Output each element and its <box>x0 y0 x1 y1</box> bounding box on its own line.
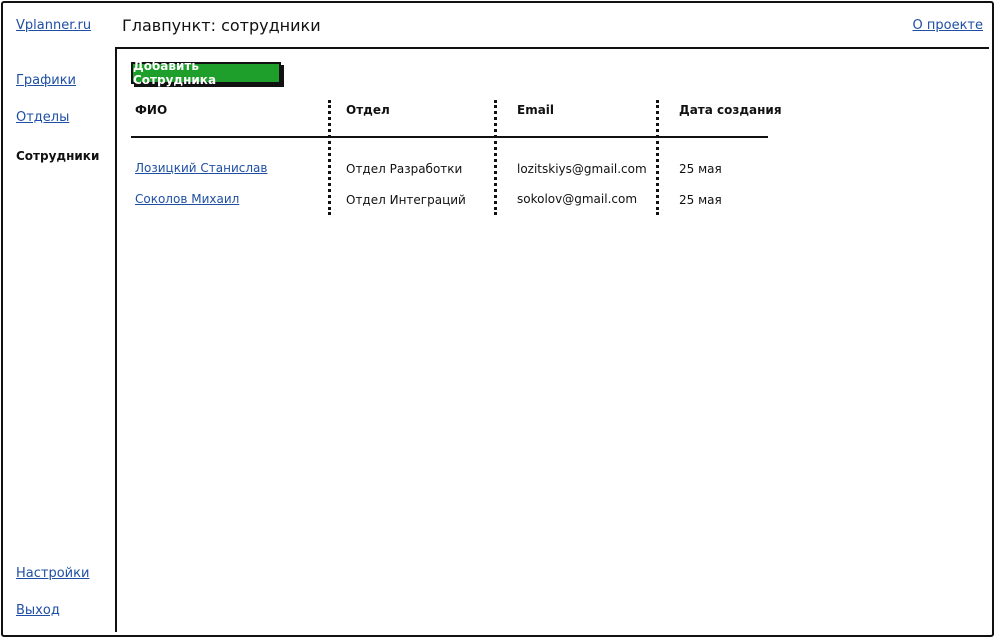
column-divider <box>656 100 659 215</box>
table-header-divider <box>131 136 768 138</box>
column-header-email: Email <box>517 103 555 117</box>
header-divider <box>115 47 989 49</box>
sidebar-item-settings[interactable]: Настройки <box>16 566 89 581</box>
column-header-created: Дата создания <box>679 103 782 117</box>
sidebar-item-logout[interactable]: Выход <box>16 603 60 618</box>
employee-name-link[interactable]: Лозицкий Станислав <box>135 161 267 175</box>
employee-created-date: 25 мая <box>679 193 722 207</box>
sidebar-item-employees[interactable]: Сотрудники <box>16 149 99 163</box>
sidebar-divider <box>115 47 117 632</box>
employee-email: lozitskiys@gmail.com <box>517 162 647 176</box>
page-title: Главпункт: сотрудники <box>122 16 321 35</box>
employee-department: Отдел Интеграций <box>346 193 466 207</box>
employee-email: sokolov@gmail.com <box>517 192 638 206</box>
employee-name-link[interactable]: Соколов Михаил <box>135 192 239 206</box>
column-divider <box>494 100 497 215</box>
column-header-department: Отдел <box>346 103 390 117</box>
add-employee-button[interactable]: Добавить Сотрудника <box>131 59 281 87</box>
employee-department: Отдел Разработки <box>346 162 463 176</box>
about-link[interactable]: О проекте <box>913 18 984 33</box>
app-window <box>1 1 994 637</box>
column-header-name: ФИО <box>135 103 168 117</box>
sidebar-item-departments[interactable]: Отделы <box>16 110 69 125</box>
employee-created-date: 25 мая <box>679 162 722 176</box>
column-divider <box>328 100 331 215</box>
sidebar-item-charts[interactable]: Графики <box>16 73 76 88</box>
brand-link[interactable]: Vplanner.ru <box>16 18 91 33</box>
